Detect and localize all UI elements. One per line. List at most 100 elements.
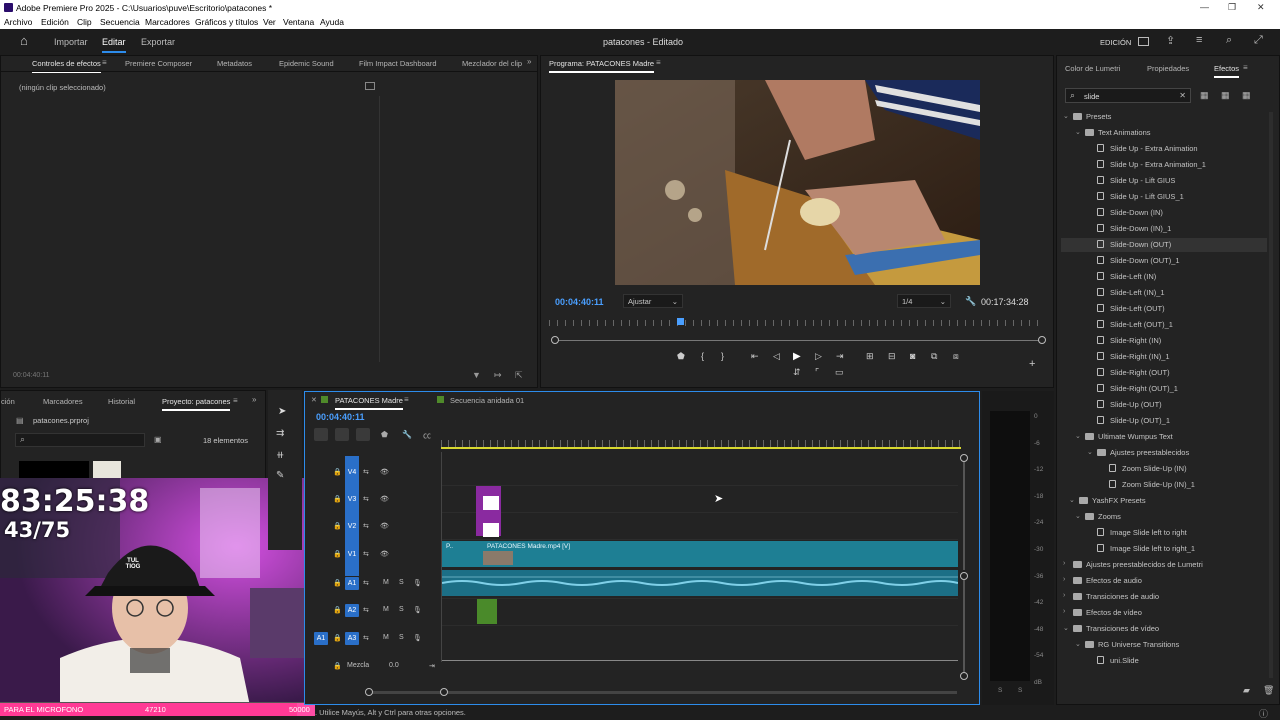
effects-preset-item[interactable]: Slide-Right (IN)	[1110, 336, 1161, 345]
menu-edicion[interactable]: Edición	[41, 17, 69, 27]
menu-ver[interactable]: Ver	[263, 17, 276, 27]
fit-dropdown[interactable]: Ajustar ⌄	[623, 294, 683, 308]
tab-importar[interactable]: Importar	[54, 37, 88, 47]
eye-icon[interactable]: 👁	[380, 550, 389, 558]
lock-icon[interactable]: 🔒	[333, 606, 342, 614]
effects-folder-item[interactable]: Ajustes preestablecidos de Lumetri	[1086, 560, 1203, 569]
microphone-icon[interactable]: 🎙	[413, 606, 422, 614]
mix-value[interactable]: 0.0	[389, 662, 399, 669]
mark-out-icon[interactable]: }	[721, 351, 724, 361]
video-clip-v1[interactable]: P.. PATACONES Madre.mp4 [V]	[442, 541, 958, 567]
new-bin-icon[interactable]: ▰	[1243, 685, 1250, 696]
resolution-dropdown[interactable]: 1/4 ⌄	[897, 294, 951, 308]
effects-folder-item[interactable]: Transiciones de audio	[1086, 592, 1159, 601]
lock-icon[interactable]: 🔒	[333, 579, 342, 587]
lift-icon[interactable]: ⊞	[866, 351, 874, 362]
effects-preset-item[interactable]: Zoom Slide-Up (IN)	[1122, 464, 1187, 473]
mute-button[interactable]: M	[383, 606, 389, 613]
sync-lock-icon[interactable]: ⇆	[363, 522, 369, 530]
sync-lock-icon[interactable]: ⇆	[363, 634, 369, 642]
program-current-timecode[interactable]: 00:04:40:11	[555, 297, 604, 307]
tab-sequence-nested[interactable]: Secuencia anidada 01	[450, 396, 524, 405]
tab-lumetri-color[interactable]: Color de Lumetri	[1065, 64, 1120, 73]
tab-proyecto[interactable]: Proyecto: patacones	[162, 397, 231, 411]
panel-menu-icon[interactable]: ≡	[404, 395, 409, 404]
timeline-timecode[interactable]: 00:04:40:11	[316, 412, 365, 422]
accelerated-effects-icon[interactable]: ▦	[1200, 90, 1209, 101]
tab-sequence-main[interactable]: PATACONES Madre	[335, 396, 403, 410]
track-v4-label[interactable]: V4	[345, 466, 359, 479]
nest-toggle-icon[interactable]	[314, 428, 328, 441]
track-a3-label[interactable]: A3	[345, 632, 359, 645]
ripple-edit-tool-icon[interactable]: ⧺	[276, 450, 284, 461]
zoom-handle-right[interactable]	[1038, 336, 1046, 344]
tab-marcadores[interactable]: Marcadores	[43, 397, 83, 406]
effects-preset-item[interactable]: Slide-Down (OUT)	[1110, 240, 1171, 249]
project-search-input[interactable]: ⌕	[15, 433, 145, 447]
effects-preset-item[interactable]: Slide-Right (OUT)	[1110, 368, 1170, 377]
effects-preset-item[interactable]: Slide-Left (OUT)_1	[1110, 320, 1173, 329]
effects-preset-item[interactable]: Slide Up - Lift GIUS	[1110, 176, 1175, 185]
lock-icon[interactable]: 🔒	[333, 468, 342, 476]
solo-left[interactable]: S	[998, 687, 1002, 694]
track-a1-label[interactable]: A1	[345, 577, 359, 590]
safe-margins-icon[interactable]: ⇵	[793, 367, 801, 378]
playhead[interactable]	[677, 318, 684, 325]
chevron-down-icon[interactable]: ⌄	[1069, 496, 1075, 504]
quick-export-icon[interactable]: ≡	[1196, 34, 1202, 46]
zoom-handle-left[interactable]	[551, 336, 559, 344]
tab-propiedades[interactable]: Propiedades	[1147, 64, 1189, 73]
maximize-icon[interactable]: ❐	[1228, 2, 1236, 13]
effects-preset-item[interactable]: Image Slide left to right_1	[1110, 544, 1195, 553]
effects-preset-item[interactable]: Slide Up - Extra Animation	[1110, 144, 1198, 153]
menu-ayuda[interactable]: Ayuda	[320, 17, 344, 27]
close-tab-icon[interactable]: ✕	[311, 396, 317, 404]
vr-video-icon[interactable]: ⌜	[815, 367, 819, 378]
lock-icon[interactable]: 🔒	[333, 550, 342, 558]
info-icon[interactable]: ⓘ	[1259, 707, 1268, 720]
tab-historial[interactable]: Historial	[108, 397, 135, 406]
panel-menu-icon[interactable]: ≡	[102, 58, 107, 67]
panel-menu-icon[interactable]: ≡	[656, 58, 661, 67]
effects-preset-item[interactable]: Slide-Down (IN)	[1110, 208, 1163, 217]
workspaces-icon[interactable]	[1138, 37, 1149, 46]
track-select-tool-icon[interactable]: ⇉	[276, 428, 284, 439]
effects-preset-item[interactable]: Slide-Up (OUT)_1	[1110, 416, 1170, 425]
search-icon[interactable]: ⌕	[1226, 34, 1232, 47]
track-v1-label[interactable]: V1	[345, 548, 359, 561]
audio-clip-a2[interactable]	[477, 599, 497, 624]
effects-folder-item[interactable]: Efectos de vídeo	[1086, 608, 1142, 617]
solo-button[interactable]: S	[399, 579, 404, 586]
scroll-handle-bottom[interactable]	[960, 672, 968, 680]
audio-clip-a1[interactable]	[441, 570, 959, 596]
chevron-down-icon[interactable]: ⌄	[1075, 640, 1081, 648]
mute-button[interactable]: M	[383, 579, 389, 586]
effects-preset-item[interactable]: Slide-Down (OUT)_1	[1110, 256, 1180, 265]
eye-icon[interactable]: 👁	[380, 522, 389, 530]
tab-film-impact[interactable]: Film Impact Dashboard	[359, 59, 437, 68]
go-to-out-icon[interactable]: ⇥	[836, 351, 844, 362]
scroll-handle-top[interactable]	[960, 454, 968, 462]
eye-icon[interactable]: 👁	[380, 495, 389, 503]
chevron-down-icon[interactable]: ⌄	[1075, 128, 1081, 136]
minimize-icon[interactable]: —	[1200, 2, 1209, 12]
more-tabs-icon[interactable]: »	[527, 57, 531, 66]
scroll-handle-mid[interactable]	[960, 572, 968, 580]
export-frame-icon[interactable]: ◙	[910, 351, 915, 361]
track-v3-label[interactable]: V3	[345, 493, 359, 506]
microphone-icon[interactable]: 🎙	[413, 579, 422, 587]
close-icon[interactable]: ✕	[1257, 2, 1265, 13]
selection-tool-icon[interactable]: ➤	[278, 406, 286, 417]
multicam-icon[interactable]: ▭	[835, 367, 844, 378]
chevron-right-icon[interactable]: ›	[1063, 576, 1065, 583]
effects-preset-item[interactable]: Slide-Left (IN)	[1110, 272, 1156, 281]
more-tabs-icon[interactable]: »	[252, 395, 256, 404]
chevron-right-icon[interactable]: ›	[1063, 592, 1065, 599]
lock-icon[interactable]: 🔒	[333, 522, 342, 530]
sync-lock-icon[interactable]: ⇆	[363, 495, 369, 503]
sync-lock-icon[interactable]: ⇆	[363, 579, 369, 587]
time-ruler[interactable]	[549, 320, 1045, 326]
step-back-icon[interactable]: ◁	[773, 351, 780, 362]
microphone-icon[interactable]: 🎙	[413, 634, 422, 642]
timeline-settings-icon[interactable]: 🔧	[402, 430, 412, 439]
